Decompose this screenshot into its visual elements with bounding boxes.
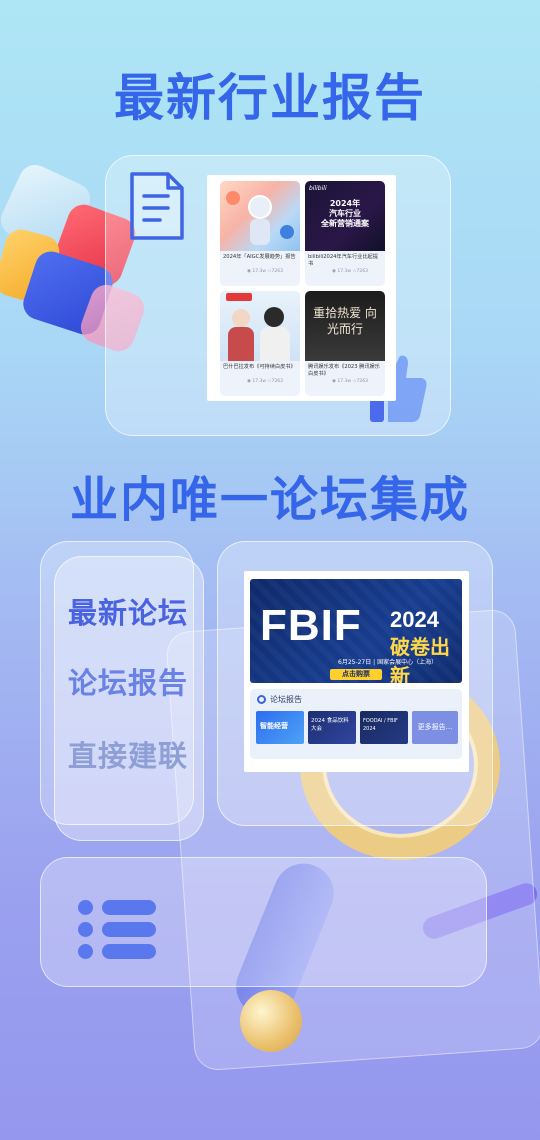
- report-meta: ◉ 17.3w ☆7263: [247, 269, 283, 274]
- report-views: 17.3w: [252, 269, 267, 274]
- report-meta: ◉ 17.3w ☆7263: [332, 269, 368, 274]
- tencent-cover-text: 重拾热爱 向光而行: [313, 306, 377, 336]
- report-cover-bilibili: bilibili 2024年 汽车行业 全新营销通案: [305, 181, 385, 251]
- report-cover-photo: [220, 291, 300, 361]
- report-views: 17.3w: [337, 379, 352, 384]
- bilibili-logo: bilibili: [309, 185, 327, 192]
- forum-preview: FBIF 2024 破卷出新 6月25-27日 | 国家会展中心（上海） 点击购…: [244, 571, 469, 772]
- forum-report-thumb-text: 2024 食品饮料大会: [311, 718, 349, 732]
- fbif-year: 2024: [390, 607, 439, 632]
- report-views: 17.3w: [337, 269, 352, 274]
- forum-reports-box: 论坛报告 智能经营 2024 食品饮料大会 FOODAI / FBIF 2024…: [250, 689, 462, 759]
- report-title: 巴什巴拉发布《可持续白皮书》: [223, 364, 296, 370]
- list-icon: [78, 898, 158, 962]
- menu-item-direct-connect[interactable]: 直接建联: [68, 733, 188, 775]
- fbif-banner[interactable]: FBIF 2024 破卷出新 6月25-27日 | 国家会展中心（上海） 点击购…: [250, 579, 462, 683]
- report-tile[interactable]: bilibili 2024年 汽车行业 全新营销通案 bilibili2024年…: [305, 181, 385, 286]
- report-favs: 7263: [356, 269, 368, 274]
- menu-item-latest-forum[interactable]: 最新论坛: [68, 590, 188, 632]
- document-icon: [128, 170, 186, 246]
- report-favs: 7263: [271, 379, 283, 384]
- report-meta: ◉ 17.3w ☆7263: [247, 379, 283, 384]
- report-favs: 7263: [356, 379, 368, 384]
- report-title: bilibili2024年汽车行业比起提书: [308, 254, 378, 267]
- menu-item-forum-reports[interactable]: 论坛报告: [68, 660, 188, 702]
- forum-report-thumb[interactable]: 智能经营: [256, 711, 304, 744]
- report-tile[interactable]: 2024年「AIGC发展趋势」报告 ◉ 17.3w ☆7263: [220, 181, 300, 286]
- forum-report-thumb-text: FOODAI / FBIF 2024: [363, 718, 398, 732]
- forum-report-thumb[interactable]: FOODAI / FBIF 2024: [360, 711, 408, 744]
- report-tile[interactable]: 重拾热爱 向光而行 腾讯娱乐发布《2023 腾讯娱乐白皮书》 ◉ 17.3w ☆…: [305, 291, 385, 396]
- fbif-brand: FBIF: [260, 601, 362, 650]
- reports-grid: 2024年「AIGC发展趋势」报告 ◉ 17.3w ☆7263 bilibili…: [207, 175, 396, 401]
- report-views: 17.3w: [252, 379, 267, 384]
- report-title: 2024年「AIGC发展趋势」报告: [223, 254, 296, 260]
- report-cover-aigc: [220, 181, 300, 251]
- report-tile[interactable]: 巴什巴拉发布《可持续白皮书》 ◉ 17.3w ☆7263: [220, 291, 300, 396]
- report-title: 腾讯娱乐发布《2023 腾讯娱乐白皮书》: [308, 364, 380, 377]
- report-favs: 7263: [271, 269, 283, 274]
- forum-reports-title: 论坛报告: [270, 695, 302, 704]
- forum-report-thumb[interactable]: 2024 食品饮料大会: [308, 711, 356, 744]
- latest-reports-heading: 最新行业报告: [114, 69, 426, 127]
- bilibili-cover-text: 2024年 汽车行业 全新营销通案: [321, 199, 369, 228]
- forum-integration-heading: 业内唯一论坛集成: [69, 472, 470, 528]
- gear-icon: [257, 695, 266, 704]
- fbif-date-place: 6月25-27日 | 国家会展中心（上海）: [338, 659, 438, 666]
- ticket-button[interactable]: 点击购票: [330, 669, 382, 680]
- more-reports-button[interactable]: 更多报告...: [412, 711, 458, 744]
- report-cover-tencent: 重拾热爱 向光而行: [305, 291, 385, 361]
- forum-report-thumb-text: 智能经营: [260, 722, 288, 730]
- report-meta: ◉ 17.3w ☆7263: [332, 379, 368, 384]
